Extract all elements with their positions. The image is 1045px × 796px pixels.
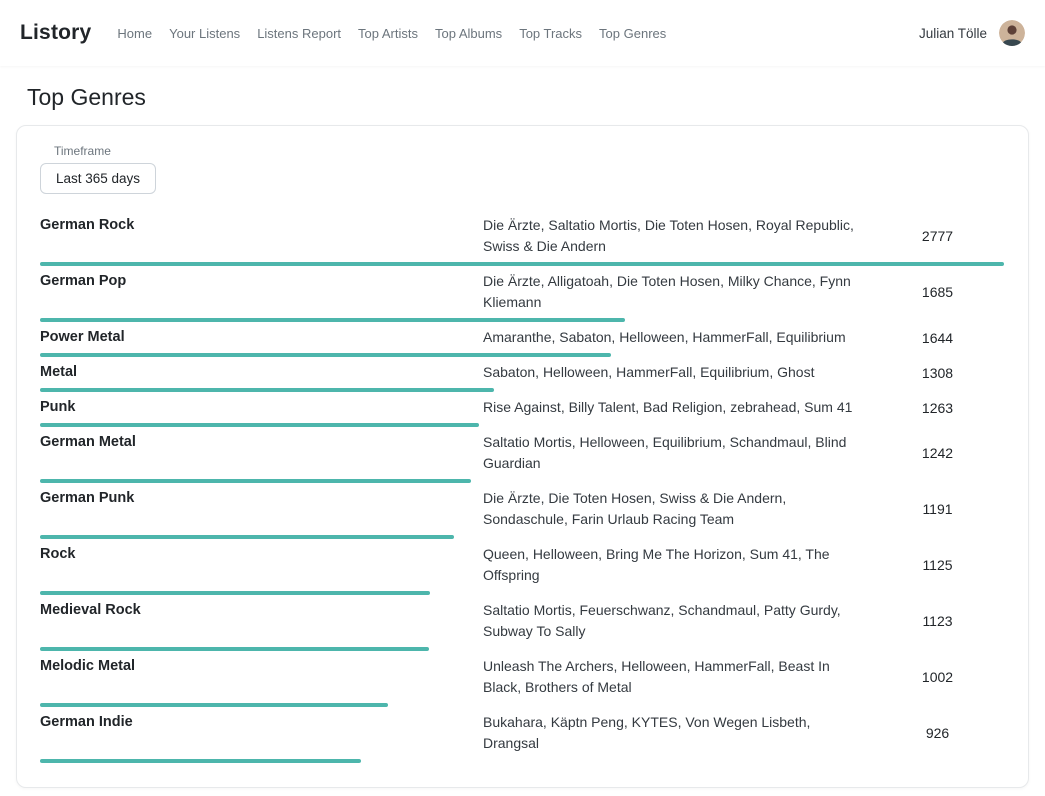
genre-top-artists: Saltatio Mortis, Feuerschwanz, Schandmau… [483, 600, 870, 642]
genre-listen-count: 1002 [870, 669, 1005, 685]
genre-listen-count: 1644 [870, 330, 1005, 346]
genre-row: German Indie Bukahara, Käptn Peng, KYTES… [40, 707, 1004, 763]
genre-top-artists: Queen, Helloween, Bring Me The Horizon, … [483, 544, 870, 586]
top-genres-card: Timeframe Last 365 days German Rock Die … [16, 125, 1029, 788]
genre-list: German Rock Die Ärzte, Saltatio Mortis, … [40, 210, 1004, 763]
genre-top-artists: Die Ärzte, Die Toten Hosen, Swiss & Die … [483, 488, 870, 530]
genre-top-artists: Bukahara, Käptn Peng, KYTES, Von Wegen L… [483, 712, 870, 754]
genre-row: Medieval Rock Saltatio Mortis, Feuerschw… [40, 595, 1004, 651]
nav-item-top-genres[interactable]: Top Genres [599, 26, 666, 41]
genre-listen-count: 1263 [870, 400, 1005, 416]
genre-row: Power Metal Amaranthe, Sabaton, Hellowee… [40, 322, 1004, 357]
timeframe-filter: Timeframe Last 365 days [50, 144, 1004, 194]
genre-row: German Punk Die Ärzte, Die Toten Hosen, … [40, 483, 1004, 539]
genre-listen-count: 1123 [870, 613, 1005, 629]
genre-name: German Indie [40, 712, 483, 733]
genre-row: Melodic Metal Unleash The Archers, Hello… [40, 651, 1004, 707]
page-title: Top Genres [27, 84, 1029, 111]
navbar-user-area: Julian Tölle [919, 20, 1025, 46]
nav-item-your-listens[interactable]: Your Listens [169, 26, 240, 41]
genre-name: Power Metal [40, 327, 483, 348]
genre-listen-count: 1242 [870, 445, 1005, 461]
genre-name: Melodic Metal [40, 656, 483, 677]
genre-listen-count: 1125 [870, 557, 1005, 573]
nav-item-top-tracks[interactable]: Top Tracks [519, 26, 582, 41]
user-avatar-icon [999, 20, 1025, 46]
main-nav: Home Your Listens Listens Report Top Art… [117, 26, 666, 41]
genre-top-artists: Amaranthe, Sabaton, Helloween, HammerFal… [483, 327, 870, 348]
genre-name: German Pop [40, 271, 483, 292]
genre-top-artists: Sabaton, Helloween, HammerFall, Equilibr… [483, 362, 870, 383]
user-avatar[interactable] [999, 20, 1025, 46]
genre-listen-count: 1308 [870, 365, 1005, 381]
genre-name: German Metal [40, 432, 483, 453]
genre-row: German Pop Die Ärzte, Alligatoah, Die To… [40, 266, 1004, 322]
navbar: Listory Home Your Listens Listens Report… [0, 0, 1045, 66]
nav-item-top-albums[interactable]: Top Albums [435, 26, 502, 41]
timeframe-select[interactable]: Last 365 days [40, 163, 156, 194]
genre-listen-count: 1685 [870, 284, 1005, 300]
genre-top-artists: Die Ärzte, Saltatio Mortis, Die Toten Ho… [483, 215, 870, 257]
genre-row: German Metal Saltatio Mortis, Helloween,… [40, 427, 1004, 483]
genre-top-artists: Rise Against, Billy Talent, Bad Religion… [483, 397, 870, 418]
genre-name: Punk [40, 397, 483, 418]
genre-row: Rock Queen, Helloween, Bring Me The Hori… [40, 539, 1004, 595]
user-name[interactable]: Julian Tölle [919, 26, 987, 41]
timeframe-label: Timeframe [54, 144, 1004, 158]
nav-item-listens-report[interactable]: Listens Report [257, 26, 341, 41]
genre-name: Medieval Rock [40, 600, 483, 621]
genre-top-artists: Unleash The Archers, Helloween, HammerFa… [483, 656, 870, 698]
nav-item-top-artists[interactable]: Top Artists [358, 26, 418, 41]
genre-row: German Rock Die Ärzte, Saltatio Mortis, … [40, 210, 1004, 266]
genre-listen-count: 1191 [870, 501, 1005, 517]
genre-listen-count: 2777 [870, 228, 1005, 244]
genre-name: Rock [40, 544, 483, 565]
genre-top-artists: Saltatio Mortis, Helloween, Equilibrium,… [483, 432, 870, 474]
main-content: Top Genres Timeframe Last 365 days Germa… [0, 84, 1045, 788]
app-logo[interactable]: Listory [20, 21, 91, 45]
genre-row: Punk Rise Against, Billy Talent, Bad Rel… [40, 392, 1004, 427]
genre-row: Metal Sabaton, Helloween, HammerFall, Eq… [40, 357, 1004, 392]
genre-name: German Punk [40, 488, 483, 509]
genre-progress-bar [40, 759, 361, 763]
genre-top-artists: Die Ärzte, Alligatoah, Die Toten Hosen, … [483, 271, 870, 313]
genre-listen-count: 926 [870, 725, 1005, 741]
genre-name: German Rock [40, 215, 483, 236]
genre-name: Metal [40, 362, 483, 383]
nav-item-home[interactable]: Home [117, 26, 152, 41]
